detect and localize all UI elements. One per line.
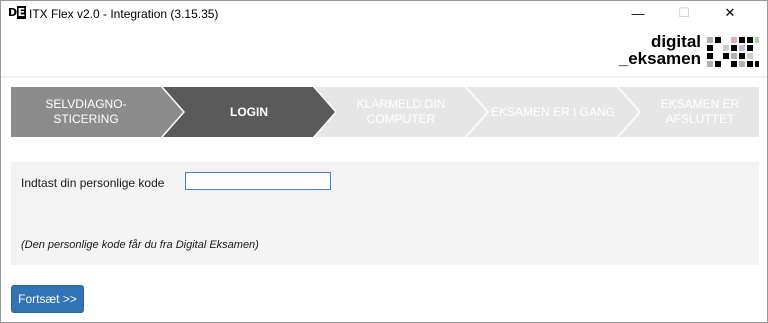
minimize-icon: — xyxy=(631,5,645,21)
step-selvdiagnosticering: SELVDIAGNO- STICERING xyxy=(11,87,183,137)
close-icon: ✕ xyxy=(724,5,736,20)
personal-code-hint: (Den personlige kode får du fra Digital … xyxy=(21,239,259,251)
maximize-button[interactable]: ☐ xyxy=(661,1,707,25)
maximize-icon: ☐ xyxy=(678,5,690,20)
minimize-button[interactable]: — xyxy=(615,1,661,25)
header-divider xyxy=(1,76,767,78)
step-klarmeld-din-computer: KLARMELD DIN COMPUTER xyxy=(315,87,487,137)
title-bar[interactable]: DE ITX Flex v2.0 - Integration (3.15.35)… xyxy=(1,1,767,27)
app-icon: DE xyxy=(8,6,26,19)
step-login: LOGIN xyxy=(163,87,335,137)
continue-button[interactable]: Fortsæt >> xyxy=(11,285,84,313)
digital-eksamen-logo: digital _eksamen xyxy=(613,31,765,71)
personal-code-label: Indtast din personlige kode xyxy=(21,176,165,190)
progress-stepper: SELVDIAGNO- STICERING LOGIN KLARMELD DIN C… xyxy=(11,87,759,137)
step-eksamen-er-i-gang: EKSAMEN ER I GANG xyxy=(467,87,639,137)
step-eksamen-er-afsluttet: EKSAMEN ER AFSLUTTET xyxy=(619,87,759,137)
logo-wordmark: digital _eksamen xyxy=(618,32,701,68)
logo-mark-icon xyxy=(707,37,759,67)
window-title: ITX Flex v2.0 - Integration (3.15.35) xyxy=(29,7,219,21)
personal-code-input[interactable] xyxy=(185,172,331,190)
close-button[interactable]: ✕ xyxy=(707,1,753,25)
app-window: DE ITX Flex v2.0 - Integration (3.15.35)… xyxy=(0,0,768,323)
login-panel: Indtast din personlige kode (Den personl… xyxy=(11,162,759,265)
